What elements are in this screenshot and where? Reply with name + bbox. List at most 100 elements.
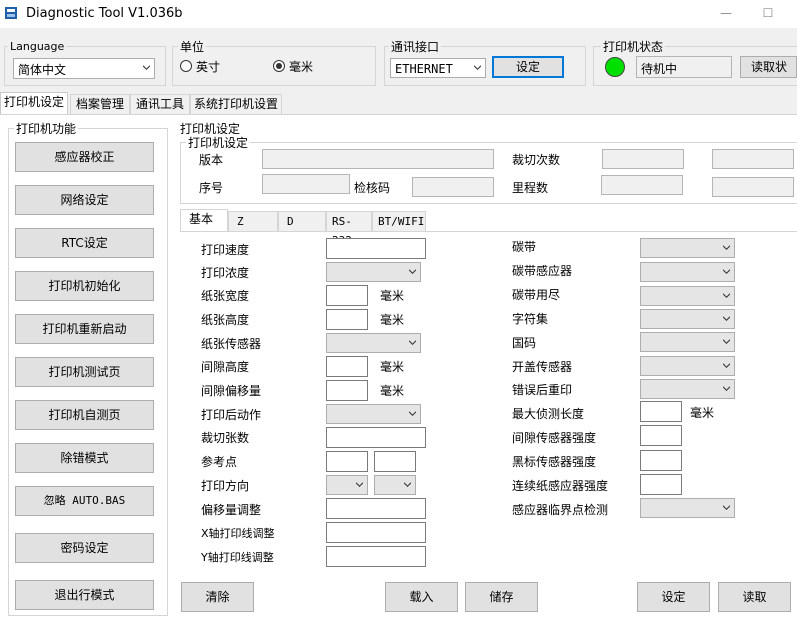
chevron-down-icon bbox=[409, 269, 416, 274]
comm-value: ETHERNET bbox=[395, 62, 453, 76]
comm-select[interactable]: ETHERNET bbox=[390, 58, 486, 78]
read-button[interactable]: 读取 bbox=[718, 582, 791, 612]
unit-inch-label: 英寸 bbox=[196, 60, 221, 74]
chevron-down-icon bbox=[723, 363, 730, 368]
network-settings-button[interactable]: 网络设定 bbox=[15, 185, 154, 215]
paper-sensor-select[interactable] bbox=[326, 333, 421, 353]
chevron-down-icon bbox=[723, 339, 730, 344]
max-detect-length-unit: 毫米 bbox=[690, 406, 715, 420]
paper-sensor-label: 纸张传感器 bbox=[201, 337, 262, 351]
tab-printer-settings[interactable]: 打印机设定 bbox=[0, 92, 68, 115]
print-speed-input[interactable] bbox=[326, 238, 426, 259]
post-print-action-label: 打印后动作 bbox=[201, 408, 262, 422]
chevron-down-icon bbox=[723, 245, 730, 250]
comm-set-button[interactable]: 设定 bbox=[492, 56, 564, 78]
reprint-after-error-label: 错误后重印 bbox=[512, 383, 573, 397]
gap-height-input[interactable] bbox=[326, 356, 368, 377]
exit-line-mode-button[interactable]: 退出行模式 bbox=[15, 580, 154, 610]
serial-label: 序号 bbox=[199, 181, 224, 195]
cut-quantity-input[interactable] bbox=[326, 427, 426, 448]
paper-height-input[interactable] bbox=[326, 309, 368, 330]
print-direction-select[interactable] bbox=[326, 475, 368, 495]
charset-select[interactable] bbox=[640, 309, 735, 329]
save-button[interactable]: 储存 bbox=[465, 582, 538, 612]
status-legend: 打印机状态 bbox=[601, 38, 666, 55]
x-line-adjust-input[interactable] bbox=[326, 522, 426, 543]
printer-self-test-button[interactable]: 打印机自测页 bbox=[15, 400, 154, 430]
y-line-adjust-label: Y轴打印线调整 bbox=[201, 551, 274, 564]
offset-adjust-input[interactable] bbox=[326, 498, 426, 519]
version-label: 版本 bbox=[199, 153, 224, 167]
debug-mode-button[interactable]: 除错模式 bbox=[15, 443, 154, 473]
print-mirror-select[interactable] bbox=[374, 475, 416, 495]
maximize-button[interactable]: ☐ bbox=[758, 4, 778, 22]
unit-inch-radio[interactable] bbox=[180, 60, 192, 72]
ribbon-end-label: 碳带用尽 bbox=[512, 288, 561, 302]
paper-height-label: 纸张高度 bbox=[201, 313, 250, 327]
clear-button[interactable]: 清除 bbox=[181, 582, 254, 612]
gap-sensor-strength-input[interactable] bbox=[640, 425, 682, 446]
paper-width-label: 纸张宽度 bbox=[201, 289, 250, 303]
checksum-label: 检核码 bbox=[354, 181, 391, 195]
reference-point-label: 参考点 bbox=[201, 455, 238, 469]
subtab-d[interactable]: D bbox=[278, 211, 326, 231]
tab-system-printer-settings[interactable]: 系统打印机设置 bbox=[190, 94, 282, 114]
print-density-select[interactable] bbox=[326, 262, 421, 282]
tab-file-management[interactable]: 档案管理 bbox=[70, 94, 130, 114]
max-detect-length-input[interactable] bbox=[640, 401, 682, 422]
load-button[interactable]: 载入 bbox=[385, 582, 458, 612]
subtab-basic[interactable]: 基本 bbox=[180, 209, 228, 232]
cut-count-field-2 bbox=[712, 149, 794, 169]
tab-comm-tools[interactable]: 通讯工具 bbox=[130, 94, 190, 114]
rtc-settings-button[interactable]: RTC设定 bbox=[15, 228, 154, 258]
printer-restart-button[interactable]: 打印机重新启动 bbox=[15, 314, 154, 344]
window-title: Diagnostic Tool V1.036b bbox=[26, 6, 183, 21]
comm-legend: 通讯接口 bbox=[389, 38, 442, 55]
subtab-rs232[interactable]: RS-232 bbox=[326, 211, 372, 247]
language-legend: Language bbox=[8, 40, 67, 53]
printer-test-page-button[interactable]: 打印机测试页 bbox=[15, 357, 154, 387]
reprint-after-error-select[interactable] bbox=[640, 379, 735, 399]
ribbon-end-select[interactable] bbox=[640, 286, 735, 306]
checksum-field bbox=[412, 177, 494, 197]
functions-legend: 打印机功能 bbox=[14, 120, 79, 137]
printer-init-button[interactable]: 打印机初始化 bbox=[15, 271, 154, 301]
subtab-z[interactable]: Z bbox=[228, 211, 278, 231]
y-line-adjust-input[interactable] bbox=[326, 546, 426, 567]
post-print-action-select[interactable] bbox=[326, 404, 421, 424]
language-select[interactable]: 简体中文 bbox=[13, 58, 155, 79]
reference-y-input[interactable] bbox=[374, 451, 416, 472]
ignore-autobas-button[interactable]: 忽略 AUTO.BAS bbox=[15, 486, 154, 516]
read-status-button[interactable]: 读取状态 bbox=[740, 56, 797, 78]
chevron-down-icon bbox=[409, 411, 416, 416]
sensor-calibration-button[interactable]: 感应器校正 bbox=[15, 142, 154, 172]
chevron-down-icon bbox=[723, 269, 730, 274]
gap-offset-label: 间隙偏移量 bbox=[201, 384, 262, 398]
cover-sensor-select[interactable] bbox=[640, 356, 735, 376]
print-direction-label: 打印方向 bbox=[201, 479, 250, 493]
set-button[interactable]: 设定 bbox=[637, 582, 710, 612]
subtab-bt-wifi[interactable]: BT/WIFI bbox=[372, 211, 426, 231]
sensor-threshold-select[interactable] bbox=[640, 498, 735, 518]
gap-offset-unit: 毫米 bbox=[380, 384, 405, 398]
language-value: 简体中文 bbox=[18, 63, 67, 77]
status-indicator bbox=[605, 57, 625, 77]
cut-count-field bbox=[602, 149, 684, 169]
password-settings-button[interactable]: 密码设定 bbox=[15, 533, 154, 563]
chevron-down-icon bbox=[404, 482, 411, 487]
minimize-button[interactable]: — bbox=[716, 4, 736, 22]
chevron-down-icon bbox=[474, 65, 481, 70]
ribbon-sensor-select[interactable] bbox=[640, 262, 735, 282]
gap-offset-input[interactable] bbox=[326, 380, 368, 401]
reference-x-input[interactable] bbox=[326, 451, 368, 472]
chevron-down-icon bbox=[723, 386, 730, 391]
paper-width-input[interactable] bbox=[326, 285, 368, 306]
mileage-label: 里程数 bbox=[512, 181, 549, 195]
info-legend: 打印机设定 bbox=[186, 134, 251, 151]
max-detect-length-label: 最大侦测长度 bbox=[512, 407, 585, 421]
continuous-sensor-strength-input[interactable] bbox=[640, 474, 682, 495]
ribbon-select[interactable] bbox=[640, 238, 735, 258]
country-code-select[interactable] bbox=[640, 332, 735, 352]
blackmark-sensor-strength-input[interactable] bbox=[640, 450, 682, 471]
unit-mm-radio[interactable] bbox=[273, 60, 285, 72]
